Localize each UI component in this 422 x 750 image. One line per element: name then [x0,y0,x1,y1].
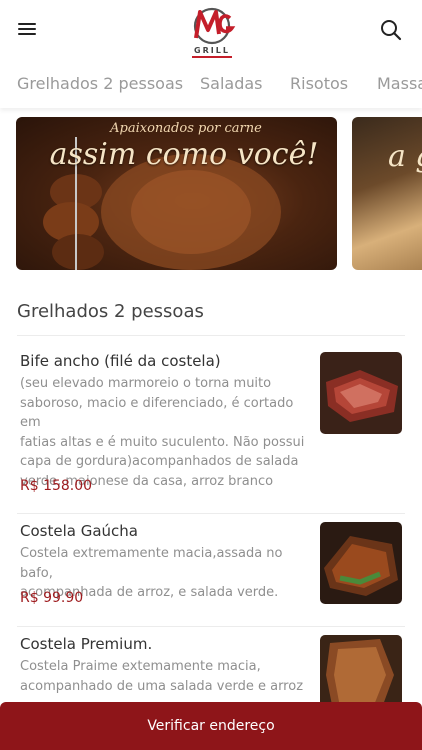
item-photo [320,352,402,434]
menu-item[interactable]: Costela Gaúcha Costela extremamente maci… [0,522,422,612]
item-description-line: Costela Praime extemamente macia, [20,659,261,674]
promo-carousel[interactable]: Apaixonados por carne assim como você! a… [0,117,422,271]
item-name: Bife ancho (filé da costela) [20,352,221,370]
item-description-line: acompanhado de uma salada verde e arroz [20,678,304,694]
item-description: Costela Praime extemamente macia, acompa… [20,657,312,696]
logo-wordmark: GRILL [194,46,230,55]
banner-headline: assim como você! [49,137,319,172]
item-description-line: fatias altas e é muito suculento. Não po… [20,434,305,450]
divider [17,626,405,627]
promo-banner-next[interactable]: a g [352,117,422,270]
item-price: R$ 158.00 [20,478,93,494]
menu-item[interactable]: Costela Premium. Costela Praime extemame… [0,635,422,717]
divider [17,335,405,336]
item-description: (seu elevado marmoreio o torna muito sab… [20,374,312,491]
tab-grelhados[interactable]: Grelhados 2 pessoas [17,74,183,93]
banner-headline: a g [388,139,422,174]
logo-underline [192,56,232,58]
tab-massas[interactable]: Massas [377,74,422,93]
menu-item[interactable]: Bife ancho (filé da costela) (seu elevad… [0,352,422,500]
divider [17,513,405,514]
promo-banner[interactable]: Apaixonados por carne assim como você! [16,117,337,270]
tab-risotos[interactable]: Risotos [290,74,348,93]
item-description-line: Costela extremamente macia,assada no baf… [20,546,283,581]
item-description-line: capa de gordura)acompanhados de salada [20,454,299,469]
item-description-line: saboroso, macio e diferenciado, é cortad… [20,395,294,431]
hamburger-menu-icon[interactable] [18,20,40,40]
verify-address-button[interactable]: Verificar endereço [0,702,422,750]
item-photo [320,522,402,604]
category-tabs: Grelhados 2 pessoas Saladas Risotos Mass… [0,62,422,108]
item-description-line: (seu elevado marmoreio o torna muito [20,376,272,391]
item-price: R$ 99.90 [20,590,84,606]
item-name: Costela Gaúcha [20,522,138,540]
top-app-bar: GRILL [0,0,422,60]
section-title: Grelhados 2 pessoas [17,301,204,322]
item-name: Costela Premium. [20,635,153,653]
banner-kicker: Apaixonados por carne [110,121,262,136]
tab-saladas[interactable]: Saladas [200,74,263,93]
brand-logo: GRILL [186,4,238,58]
search-icon[interactable] [380,19,402,41]
